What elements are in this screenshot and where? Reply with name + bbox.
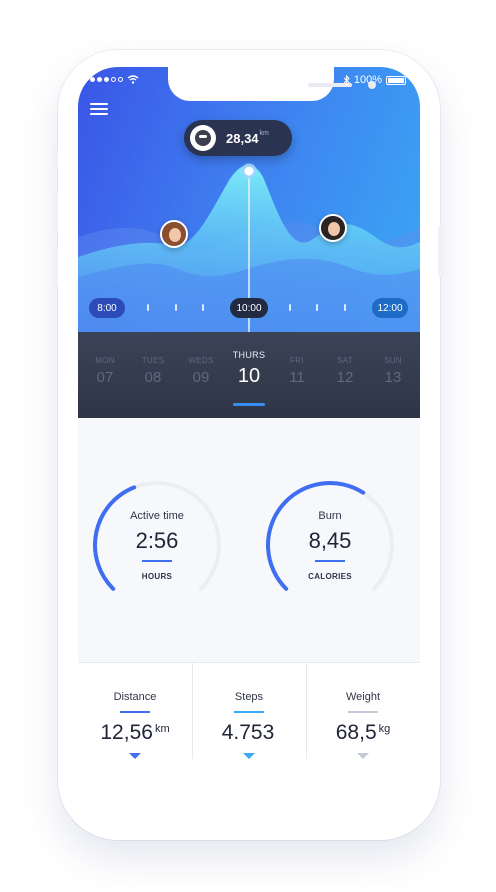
burn-ring[interactable]: Burn 8,45 CALORIES [260, 478, 400, 608]
friend-avatar-2[interactable] [319, 214, 347, 242]
weight-label: Weight [345, 691, 381, 703]
friend-avatar-1[interactable] [160, 220, 188, 248]
peak-marker [241, 163, 257, 179]
day-sat[interactable]: SAT 12 [323, 356, 367, 386]
day-selector: MON 07 TUES 08 WEDS 09 THURS 10 FRI 11 S… [78, 332, 420, 418]
stats-panel: Distance 12,56 km Steps 4.753 Weight 68,5… [78, 662, 420, 819]
day-fri[interactable]: FRI 11 [275, 356, 319, 386]
burn-value: 8,45 [308, 528, 352, 553]
weight-caret-icon [357, 753, 369, 759]
active-time-label: Active time [130, 510, 184, 522]
timeline-tick [316, 304, 318, 311]
status-left [90, 75, 139, 84]
distance-value: 12,56 km [100, 721, 170, 744]
timeline-tick [289, 304, 291, 311]
battery-percentage: 100% [353, 74, 382, 86]
timeline-tick [175, 304, 177, 311]
active-time-value: 2:56 [135, 528, 179, 553]
day-mon[interactable]: MON 07 [83, 356, 127, 386]
time-current-pill[interactable]: 10:00 [230, 298, 268, 318]
weight-unit: kg [378, 723, 391, 735]
menu-icon[interactable] [90, 103, 108, 117]
distance-caret-icon [129, 753, 141, 759]
wifi-icon [127, 75, 139, 84]
mute-switch [52, 148, 58, 170]
stat-weight[interactable]: Weight 68,5 kg [306, 663, 420, 763]
timeline-tick [202, 304, 204, 311]
phone-notch [168, 67, 376, 101]
steps-value: 4.753 [221, 721, 275, 744]
active-time-ring[interactable]: Active time 2:56 HOURS [87, 478, 227, 608]
stat-distance[interactable]: Distance 12,56 km [78, 663, 192, 763]
timeline-tick [344, 304, 346, 311]
bluetooth-icon [343, 74, 350, 86]
app-screen: 100% 28,34 km 8:00 10:00 12:00 MON 07 TU… [78, 67, 420, 819]
battery-icon [386, 75, 406, 85]
distance-label: Distance [113, 691, 157, 703]
active-time-divider [142, 560, 172, 562]
weight-accent-bar [348, 711, 378, 713]
stat-steps[interactable]: Steps 4.753 [192, 663, 306, 763]
signal-icon [90, 77, 123, 82]
burn-label: Burn [318, 510, 342, 522]
time-end-pill[interactable]: 12:00 [372, 298, 408, 318]
distance-accent-bar [120, 711, 150, 713]
active-time-unit: HOURS [141, 572, 173, 581]
volume-up-button [52, 190, 58, 232]
tooltip-unit: km [259, 129, 269, 137]
day-weds[interactable]: WEDS 09 [179, 356, 223, 386]
summary-rings: Active time 2:56 HOURS Burn 8,45 CALORIE… [78, 418, 420, 662]
selected-day-indicator [233, 403, 265, 406]
distance-tooltip: 28,34 km [184, 120, 292, 156]
tooltip-value: 28,34 [226, 130, 259, 146]
volume-down-button [52, 245, 58, 287]
power-button [438, 225, 444, 277]
day-thurs[interactable]: THURS 10 [227, 350, 271, 388]
distance-unit: km [154, 723, 170, 735]
status-right: 100% [343, 74, 406, 86]
timeline-tick [147, 304, 149, 311]
steps-accent-bar [234, 711, 264, 713]
day-tues[interactable]: TUES 08 [131, 356, 175, 386]
user-avatar [190, 125, 216, 151]
steps-caret-icon [243, 753, 255, 759]
day-sun[interactable]: SUN 13 [371, 356, 415, 386]
time-start-pill[interactable]: 8:00 [89, 298, 125, 318]
steps-label: Steps [234, 691, 264, 703]
activity-chart-header: 100% 28,34 km 8:00 10:00 12:00 [78, 67, 420, 332]
burn-unit: CALORIES [308, 572, 352, 581]
weight-value: 68,5 kg [335, 721, 391, 744]
burn-divider [315, 560, 345, 562]
